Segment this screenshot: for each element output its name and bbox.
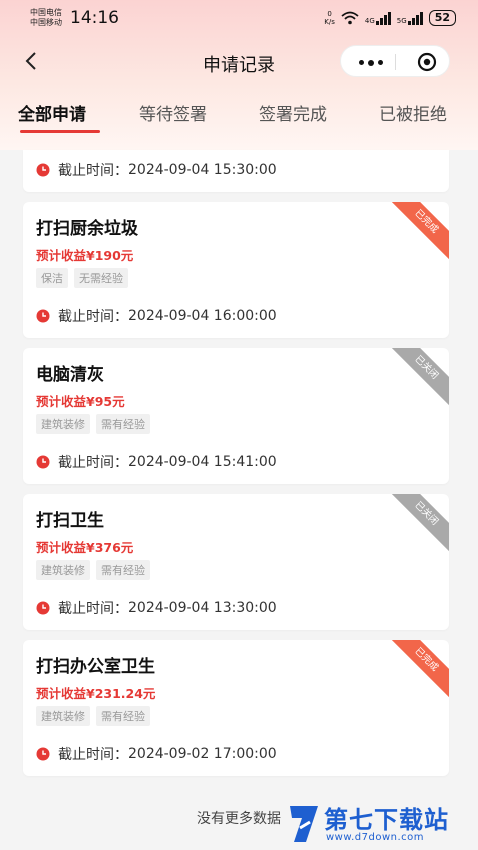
job-title: 打扫厨余垃圾 [36,219,138,239]
status-ribbon: 已完成 [387,202,449,261]
battery-icon: 52 [428,10,456,26]
deadline-value: 2024-09-02 17:00:00 [128,746,277,762]
tab-signed[interactable]: 签署完成 [259,100,327,125]
close-miniprogram-icon[interactable] [417,52,437,72]
application-card[interactable]: 打扫办公室卫生 预计收益¥231.24元 建筑装修 需有经验 截止时间： 202… [23,640,449,776]
signal-5g-label: 5G [396,16,407,25]
deadline-value: 2024-09-04 13:30:00 [128,600,277,616]
status-ribbon: 已完成 [387,640,449,699]
tag: 建筑装修 [36,414,90,434]
clock-icon [36,601,50,615]
capsule-divider [395,54,396,70]
site-watermark: 第七下载站 www.d7down.com [282,800,478,850]
deadline-label: 截止时间： [58,163,128,179]
watermark-url: www.d7down.com [326,832,425,843]
signal-4g-icon: 4G [364,11,391,25]
signal-5g-icon: 5G [396,11,423,25]
expected-income: 预计收益¥190元 [36,248,134,263]
net-speed: 0 K/s [324,10,335,26]
more-options-icon[interactable] [359,59,383,66]
expected-income: 预计收益¥231.24元 [36,686,156,701]
application-card[interactable]: 打扫卫生 预计收益¥376元 建筑装修 需有经验 截止时间： 2024-09-0… [23,494,449,630]
tag-list: 建筑装修 需有经验 [36,706,150,726]
deadline-row: 截止时间： 2024-09-04 16:00:00 [36,306,277,326]
tag-list: 保洁 无需经验 [36,268,128,288]
job-title: 打扫办公室卫生 [36,657,155,677]
deadline-row: 截止时间： 2024-09-04 15:30:00 [36,160,277,180]
status-ribbon: 已关闭 [387,348,449,407]
carrier-2: 中国移动 [30,18,62,27]
deadline-label: 截止时间： [58,601,128,617]
watermark-logo-icon [290,806,318,842]
tag: 需有经验 [96,414,150,434]
application-card[interactable]: 截止时间： 2024-09-04 15:30:00 [23,150,449,192]
tag: 无需经验 [74,268,128,288]
nav-bar: 申请记录 [0,40,478,84]
deadline-row: 截止时间： 2024-09-04 15:41:00 [36,452,277,472]
tag: 需有经验 [96,560,150,580]
tab-all[interactable]: 全部申请 [18,100,86,125]
deadline-label: 截止时间： [58,455,128,471]
clock-icon [36,747,50,761]
tab-pending[interactable]: 等待签署 [139,100,207,125]
signal-4g-label: 4G [364,16,375,25]
carrier-info: 中国电信 中国移动 [30,8,62,28]
job-title: 打扫卫生 [36,511,104,531]
tag-list: 建筑装修 需有经验 [36,560,150,580]
expected-income: 预计收益¥95元 [36,394,125,409]
net-speed-unit: K/s [324,18,335,26]
expected-income: 预计收益¥376元 [36,540,134,555]
status-icons: 0 K/s 4G 5G 52 [324,10,456,26]
clock-icon [36,309,50,323]
miniprogram-capsule [340,45,450,77]
watermark-title: 第七下载站 [324,806,449,834]
deadline-value: 2024-09-04 15:41:00 [128,454,277,470]
tag-list: 建筑装修 需有经验 [36,414,150,434]
deadline-value: 2024-09-04 15:30:00 [128,162,277,178]
tag: 保洁 [36,268,68,288]
deadline-row: 截止时间： 2024-09-02 17:00:00 [36,744,277,764]
deadline-label: 截止时间： [58,309,128,325]
tag: 需有经验 [96,706,150,726]
status-bar: 中国电信 中国移动 14:16 0 K/s 4G 5G 52 [0,0,478,38]
application-card[interactable]: 电脑清灰 预计收益¥95元 建筑装修 需有经验 截止时间： 2024-09-04… [23,348,449,484]
deadline-label: 截止时间： [58,747,128,763]
application-card[interactable]: 打扫厨余垃圾 预计收益¥190元 保洁 无需经验 截止时间： 2024-09-0… [23,202,449,338]
filter-tabs: 全部申请 等待签署 签署完成 已被拒绝 [0,100,478,140]
tag: 建筑装修 [36,560,90,580]
clock-icon [36,163,50,177]
wifi-icon [341,11,359,25]
tab-rejected[interactable]: 已被拒绝 [379,100,447,125]
deadline-value: 2024-09-04 16:00:00 [128,308,277,324]
carrier-1: 中国电信 [30,8,62,17]
net-speed-value: 0 [327,10,332,18]
job-title: 电脑清灰 [36,365,104,385]
active-tab-indicator [20,130,100,133]
tag: 建筑装修 [36,706,90,726]
clock-icon [36,455,50,469]
deadline-row: 截止时间： 2024-09-04 13:30:00 [36,598,277,618]
status-ribbon: 已关闭 [387,494,449,553]
clock-time: 14:16 [70,8,119,28]
